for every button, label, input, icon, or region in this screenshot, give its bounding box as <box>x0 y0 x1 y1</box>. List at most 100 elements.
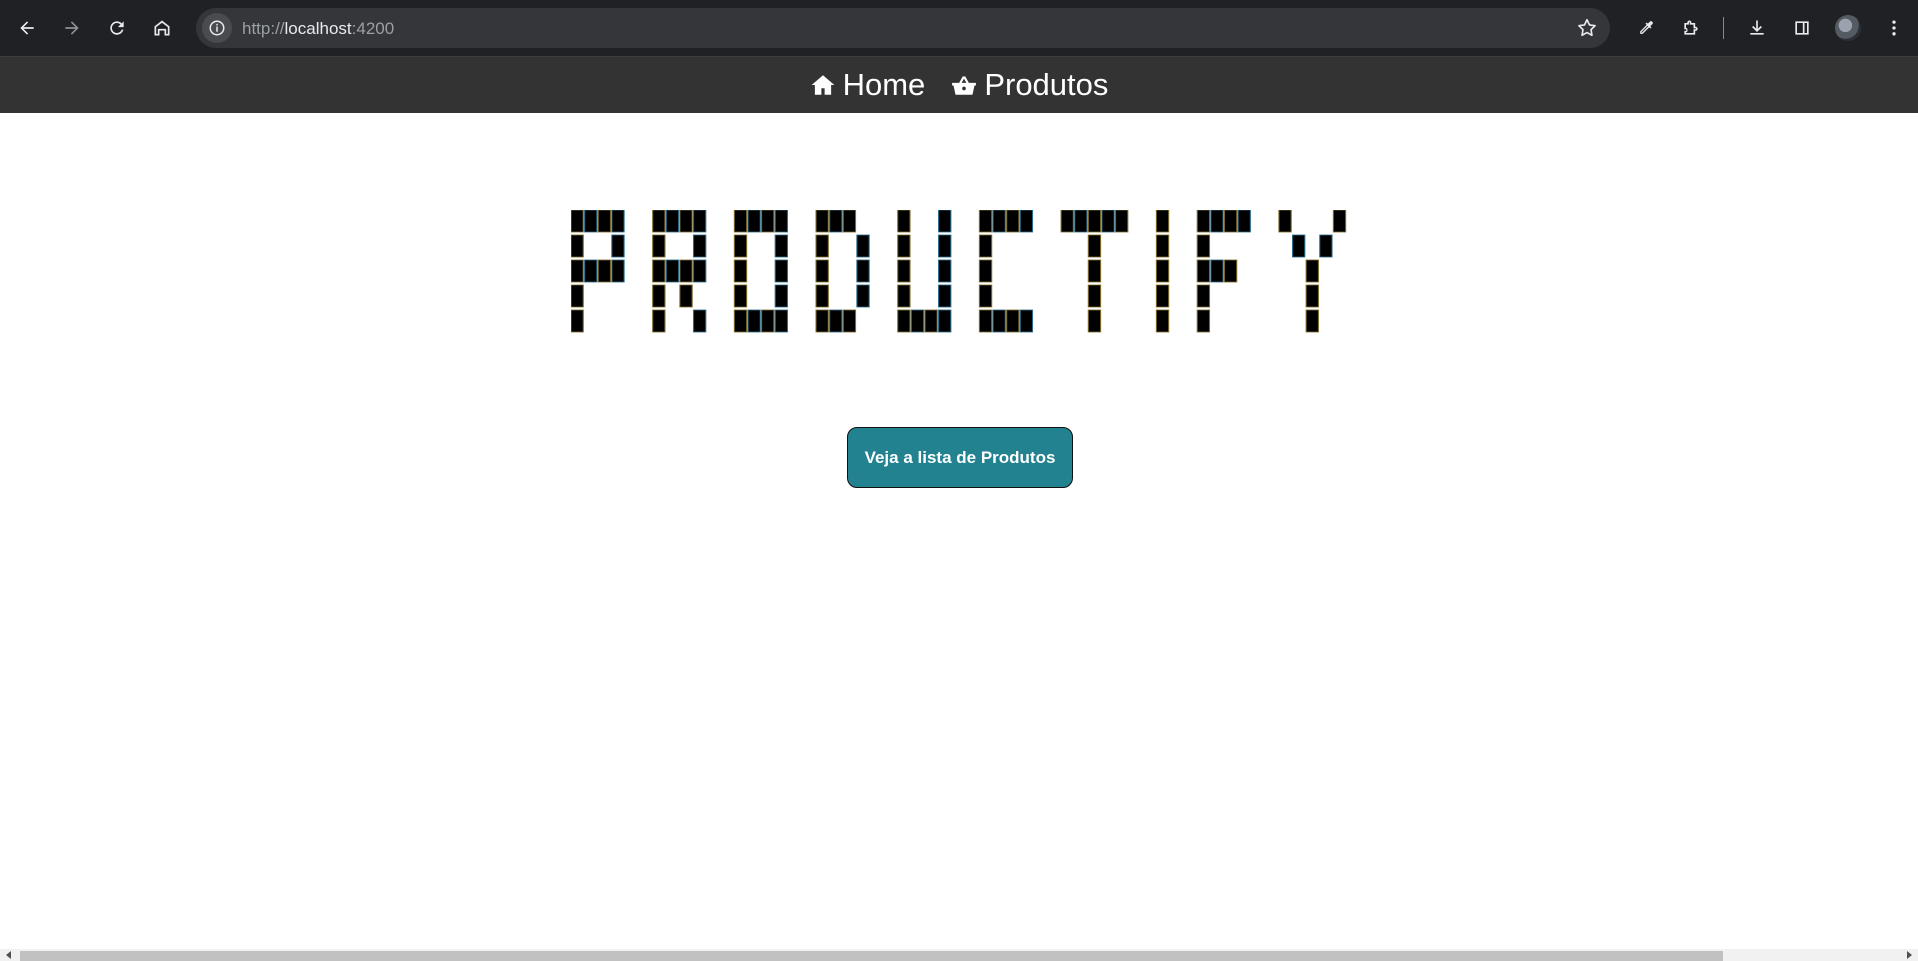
logo-pixel <box>1087 234 1102 258</box>
logo-pixel <box>978 259 993 283</box>
info-icon[interactable] <box>202 13 232 43</box>
logo-pixel <box>665 210 680 233</box>
nav-home-link[interactable]: Home <box>810 67 925 103</box>
logo-pixel <box>897 259 911 283</box>
logo-pixel <box>938 210 952 233</box>
logo-pixel <box>978 234 993 258</box>
logo-letter-i <box>1155 210 1170 333</box>
logo-pixel <box>611 234 625 258</box>
logo-pixel <box>815 309 829 333</box>
logo-pixel <box>842 210 857 233</box>
puzzle-icon[interactable] <box>1675 12 1707 44</box>
logo-pixel <box>733 309 748 333</box>
logo-pixel <box>1223 210 1238 233</box>
logo-letter-c <box>978 210 1034 333</box>
logo-pixel <box>815 259 829 283</box>
logo-pixel <box>1305 259 1319 283</box>
logo-pixel <box>815 234 829 258</box>
logo-pixel <box>1060 210 1074 233</box>
logo-pixel <box>978 309 993 333</box>
nav-produtos-link[interactable]: Produtos <box>951 67 1108 103</box>
kebab-menu-icon[interactable] <box>1878 12 1910 44</box>
logo-letter-d <box>815 210 870 333</box>
logo-pixel <box>665 259 680 283</box>
eyedropper-icon[interactable] <box>1630 12 1662 44</box>
logo-pixel <box>597 259 612 283</box>
logo-pixel <box>774 210 789 233</box>
logo-pixel <box>1006 210 1020 233</box>
logo-pixel <box>1155 234 1170 258</box>
logo-pixel <box>571 234 584 258</box>
logo-pixel <box>938 309 952 333</box>
logo-pixel <box>1305 309 1319 333</box>
logo-pixel <box>938 259 952 283</box>
logo-pixel <box>679 210 693 233</box>
logo-pixel <box>774 309 789 333</box>
logo-pixel <box>584 210 598 233</box>
logo-letter-p <box>571 210 625 333</box>
logo-letter-r <box>652 210 707 333</box>
logo-pixel <box>1155 210 1170 233</box>
logo-pixel <box>856 259 870 283</box>
logo-pixel <box>733 284 748 308</box>
logo-pixel <box>829 309 843 333</box>
logo-pixel <box>1196 210 1211 233</box>
logo-pixel <box>733 259 748 283</box>
scrollbar-thumb[interactable] <box>20 951 1723 961</box>
side-panel-icon[interactable] <box>1786 12 1818 44</box>
logo-pixel <box>1087 309 1102 333</box>
url-port: :4200 <box>351 19 395 38</box>
logo-pixel <box>611 210 625 233</box>
url-scheme: http:// <box>242 19 285 38</box>
logo-pixel <box>761 309 775 333</box>
logo-pixel <box>652 210 666 233</box>
logo-pixel <box>924 309 938 333</box>
logo-pixel <box>938 234 952 258</box>
logo-pixel <box>774 234 789 258</box>
url-host: localhost <box>284 19 352 38</box>
shopping-basket-icon <box>952 76 977 95</box>
scroll-left-arrow-icon[interactable] <box>6 951 11 959</box>
productify-logo <box>571 210 1347 333</box>
logo-pixel <box>774 284 789 308</box>
forward-arrow-icon[interactable] <box>56 12 88 44</box>
logo-pixel <box>1115 210 1129 233</box>
logo-pixel <box>1196 234 1211 258</box>
logo-pixel <box>978 210 993 233</box>
scroll-right-arrow-icon[interactable] <box>1907 951 1912 959</box>
logo-pixel <box>1291 234 1306 258</box>
logo-pixel <box>1087 259 1102 283</box>
logo-pixel <box>692 259 707 283</box>
logo-letter-y <box>1278 210 1347 333</box>
logo-pixel <box>1319 234 1333 258</box>
logo-pixel <box>1305 284 1319 308</box>
address-bar[interactable]: http://localhost:4200 <box>196 8 1610 48</box>
logo-pixel <box>842 309 857 333</box>
download-icon[interactable] <box>1741 12 1773 44</box>
url-text[interactable]: http://localhost:4200 <box>242 19 394 39</box>
logo-pixel <box>897 284 911 308</box>
logo-pixel <box>679 259 693 283</box>
logo-pixel <box>692 210 707 233</box>
logo-pixel <box>1006 309 1020 333</box>
logo-pixel <box>829 210 843 233</box>
reload-icon[interactable] <box>101 12 133 44</box>
logo-pixel <box>992 309 1006 333</box>
back-arrow-icon[interactable] <box>11 12 43 44</box>
product-list-button[interactable]: Veja a lista de Produtos <box>847 427 1073 488</box>
home-icon[interactable] <box>146 12 178 44</box>
logo-pixel <box>597 210 612 233</box>
logo-pixel <box>652 284 666 308</box>
home-icon <box>811 75 834 95</box>
avatar[interactable] <box>1835 15 1861 41</box>
logo-pixel <box>1278 210 1292 233</box>
logo-pixel <box>815 284 829 308</box>
horizontal-scrollbar[interactable] <box>0 949 1918 961</box>
logo-pixel <box>1237 210 1251 233</box>
star-icon[interactable] <box>1576 17 1598 39</box>
logo-pixel <box>692 234 707 258</box>
logo-pixel <box>747 210 761 233</box>
logo-pixel <box>747 309 761 333</box>
logo-pixel <box>733 234 748 258</box>
logo-pixel <box>978 284 993 308</box>
